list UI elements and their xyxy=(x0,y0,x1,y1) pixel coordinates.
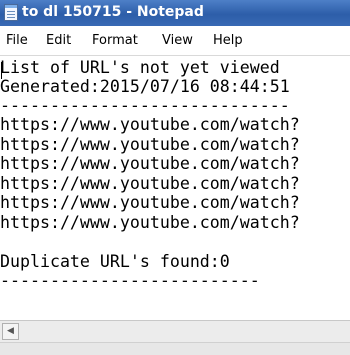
menu-help[interactable]: Help xyxy=(213,33,243,49)
text-caret xyxy=(1,62,2,79)
notepad-icon[interactable] xyxy=(4,4,18,21)
horizontal-scrollbar[interactable]: ◀ xyxy=(0,320,350,342)
text-line: ----------------------------- xyxy=(0,96,290,115)
menu-view[interactable]: View xyxy=(162,33,193,49)
window-title: to dl 150715 - Notepad xyxy=(22,4,204,20)
text-line: Generated:2015/07/16 08:44:51 xyxy=(0,77,290,96)
text-line: https://www.youtube.com/watch? xyxy=(0,193,300,212)
text-line: https://www.youtube.com/watch? xyxy=(0,174,300,193)
icon-line xyxy=(7,17,15,18)
icon-line xyxy=(7,14,15,15)
scroll-left-arrow-icon[interactable]: ◀ xyxy=(2,323,19,340)
window-bottom-edge xyxy=(0,342,350,355)
title-bar[interactable]: to dl 150715 - Notepad xyxy=(0,0,350,26)
text-line: -------------------------- xyxy=(0,271,260,290)
menu-edit[interactable]: Edit xyxy=(46,33,71,49)
text-line: https://www.youtube.com/watch? xyxy=(0,135,300,154)
menu-bar: File Edit Format View Help xyxy=(0,26,350,56)
menu-format[interactable]: Format xyxy=(92,33,138,49)
text-line: List of URL's not yet viewed xyxy=(0,58,280,77)
icon-line xyxy=(7,11,15,12)
menu-file[interactable]: File xyxy=(6,33,28,49)
text-line: https://www.youtube.com/watch? xyxy=(0,115,300,134)
text-editor[interactable]: List of URL's not yet viewed Generated:2… xyxy=(0,56,350,320)
text-line: https://www.youtube.com/watch? xyxy=(0,154,300,173)
text-line: Duplicate URL's found:0 xyxy=(0,252,230,271)
text-line: https://www.youtube.com/watch? xyxy=(0,213,300,232)
